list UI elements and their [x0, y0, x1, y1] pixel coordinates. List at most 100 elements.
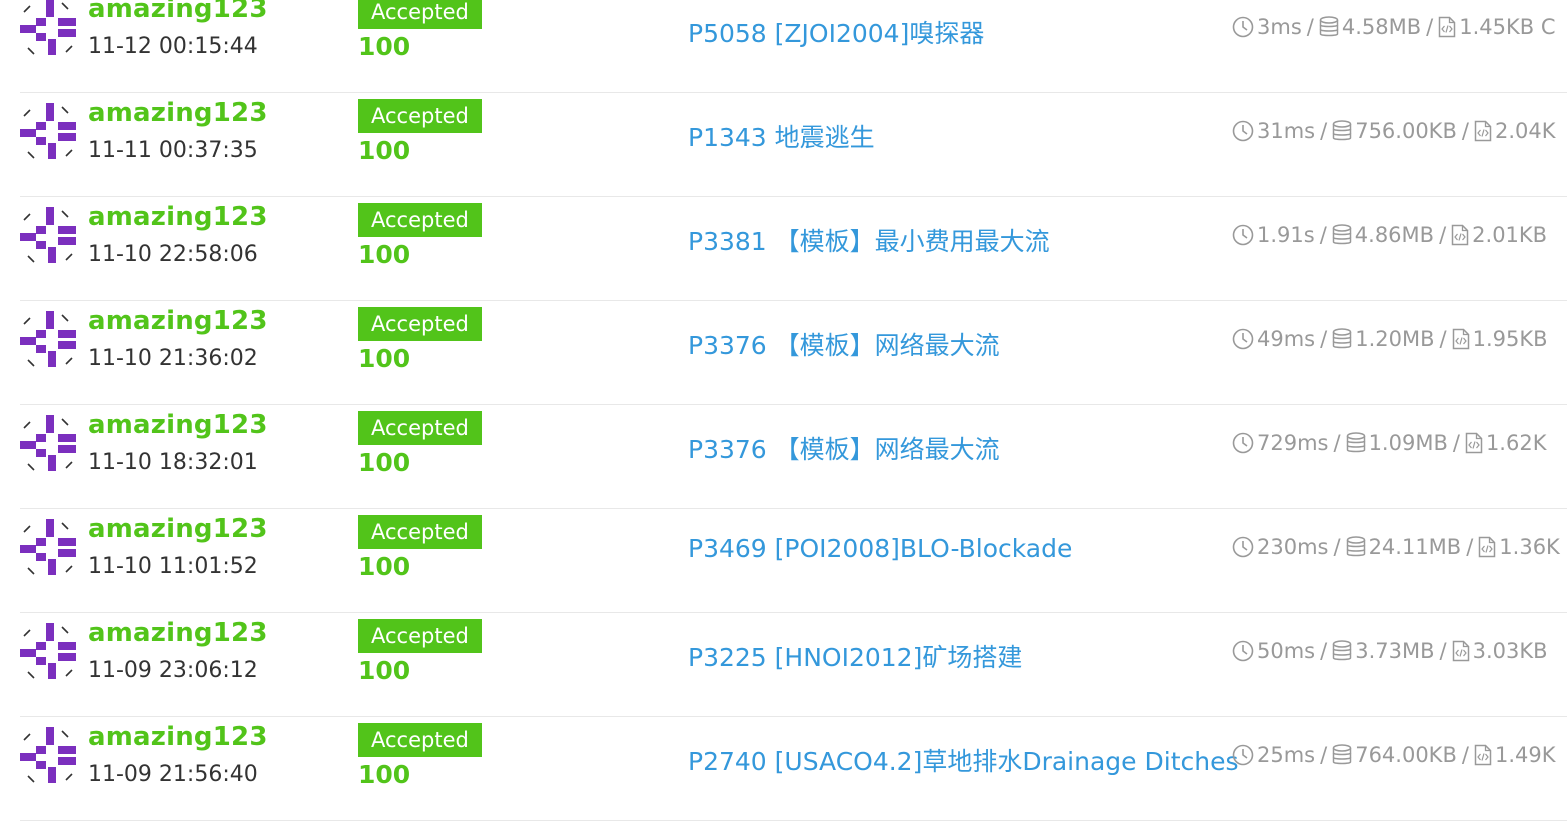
record-row: amazing123 11-09 23:06:12 Accepted 100 P… [20, 613, 1567, 717]
identicon-avatar-icon[interactable] [20, 415, 82, 477]
record-row: amazing123 11-12 00:15:44 Accepted 100 P… [20, 0, 1567, 93]
database-icon [1346, 432, 1366, 454]
identicon-avatar-icon[interactable] [20, 727, 82, 789]
problem-link[interactable]: P3376 【模板】网络最大流 [688, 326, 1000, 362]
separator: / [1320, 743, 1328, 767]
code-length: 2.04K [1494, 119, 1556, 143]
memory-used: 1.20MB [1355, 327, 1435, 351]
username-link[interactable]: amazing123 [88, 722, 268, 752]
record-stats: 25ms / 764.00KB / 1.49K [1232, 743, 1555, 767]
clock-icon [1232, 744, 1254, 766]
problem-link[interactable]: P3225 [HNOI2012]矿场搭建 [688, 638, 1022, 674]
record-row: amazing123 11-10 22:58:06 Accepted 100 P… [20, 197, 1567, 301]
clock-icon [1232, 120, 1254, 142]
record-row: amazing123 11-10 11:01:52 Accepted 100 P… [20, 509, 1567, 613]
score: 100 [358, 240, 411, 269]
score: 100 [358, 448, 411, 477]
clock-icon [1232, 224, 1254, 246]
identicon-avatar-icon[interactable] [20, 623, 82, 685]
problem-link[interactable]: P2740 [USACO4.2]草地排水Drainage Ditches [688, 742, 1239, 778]
clock-icon [1232, 640, 1254, 662]
identicon-avatar-icon[interactable] [20, 0, 82, 61]
separator: / [1461, 743, 1469, 767]
separator: / [1320, 119, 1328, 143]
status-badge[interactable]: Accepted [358, 0, 482, 29]
identicon-avatar-icon[interactable] [20, 207, 82, 269]
identicon-avatar-icon[interactable] [20, 519, 82, 581]
status-badge[interactable]: Accepted [358, 203, 482, 237]
score: 100 [358, 32, 411, 61]
separator: / [1320, 327, 1328, 351]
record-row: amazing123 11-10 21:36:02 Accepted 100 P… [20, 301, 1567, 405]
separator: / [1466, 535, 1474, 559]
submit-time: 11-12 00:15:44 [88, 34, 258, 59]
username-link[interactable]: amazing123 [88, 410, 268, 440]
status-badge[interactable]: Accepted [358, 307, 482, 341]
username-link[interactable]: amazing123 [88, 202, 268, 232]
problem-link[interactable]: P3469 [POI2008]BLO-Blockade [688, 534, 1072, 563]
code-file-icon [1452, 640, 1470, 662]
separator: / [1439, 327, 1447, 351]
database-icon [1346, 536, 1366, 558]
username-link[interactable]: amazing123 [88, 0, 268, 24]
code-file-icon [1438, 16, 1456, 38]
code-length: 3.03KB [1472, 639, 1548, 663]
separator: / [1306, 15, 1314, 39]
status-badge[interactable]: Accepted [358, 411, 482, 445]
database-icon [1332, 640, 1352, 662]
code-file-icon [1451, 224, 1469, 246]
submit-time: 11-10 22:58:06 [88, 242, 258, 267]
code-file-icon [1452, 328, 1470, 350]
record-stats: 230ms / 24.11MB / 1.36K [1232, 535, 1560, 559]
problem-link[interactable]: P5058 [ZJOI2004]嗅探器 [688, 14, 984, 50]
score: 100 [358, 656, 411, 685]
time-used: 50ms [1257, 639, 1316, 663]
separator: / [1333, 431, 1341, 455]
time-used: 230ms [1257, 535, 1329, 559]
time-used: 25ms [1257, 743, 1316, 767]
identicon-avatar-icon[interactable] [20, 103, 82, 165]
clock-icon [1232, 328, 1254, 350]
status-badge[interactable]: Accepted [358, 515, 482, 549]
code-length: 1.95KB [1472, 327, 1548, 351]
record-row: amazing123 11-09 21:56:40 Accepted 100 P… [20, 717, 1567, 821]
time-used: 3ms [1257, 15, 1302, 39]
memory-used: 4.58MB [1341, 15, 1422, 39]
database-icon [1332, 328, 1352, 350]
record-stats: 31ms / 756.00KB / 2.04K [1232, 119, 1555, 143]
record-stats: 49ms / 1.20MB / 1.95KB [1232, 327, 1548, 351]
username-link[interactable]: amazing123 [88, 98, 268, 128]
identicon-avatar-icon[interactable] [20, 311, 82, 373]
separator: / [1461, 119, 1469, 143]
problem-link[interactable]: P3376 【模板】网络最大流 [688, 430, 1000, 466]
record-stats: 1.91s / 4.86MB / 2.01KB [1232, 223, 1547, 247]
score: 100 [358, 136, 411, 165]
username-link[interactable]: amazing123 [88, 514, 268, 544]
database-icon [1332, 744, 1352, 766]
submit-time: 11-09 23:06:12 [88, 658, 258, 683]
code-length: 1.49K [1494, 743, 1556, 767]
submit-time: 11-10 21:36:02 [88, 346, 258, 371]
code-file-icon [1465, 432, 1483, 454]
code-length: 1.62K [1485, 431, 1547, 455]
code-file-icon [1474, 120, 1492, 142]
separator: / [1333, 535, 1341, 559]
problem-link[interactable]: P3381 【模板】最小费用最大流 [688, 222, 1050, 258]
code-length: 1.36K [1499, 535, 1560, 559]
code-length: 1.45KB C [1459, 15, 1556, 39]
problem-link[interactable]: P1343 地震逃生 [688, 118, 875, 154]
separator: / [1319, 223, 1327, 247]
status-badge[interactable]: Accepted [358, 99, 482, 133]
submit-time: 11-11 00:37:35 [88, 138, 258, 163]
time-used: 49ms [1257, 327, 1316, 351]
separator: / [1426, 15, 1434, 39]
database-icon [1332, 120, 1352, 142]
submit-time: 11-10 11:01:52 [88, 554, 258, 579]
status-badge[interactable]: Accepted [358, 723, 482, 757]
time-used: 1.91s [1257, 223, 1315, 247]
status-badge[interactable]: Accepted [358, 619, 482, 653]
memory-used: 756.00KB [1355, 119, 1457, 143]
username-link[interactable]: amazing123 [88, 618, 268, 648]
database-icon [1319, 16, 1339, 38]
username-link[interactable]: amazing123 [88, 306, 268, 336]
